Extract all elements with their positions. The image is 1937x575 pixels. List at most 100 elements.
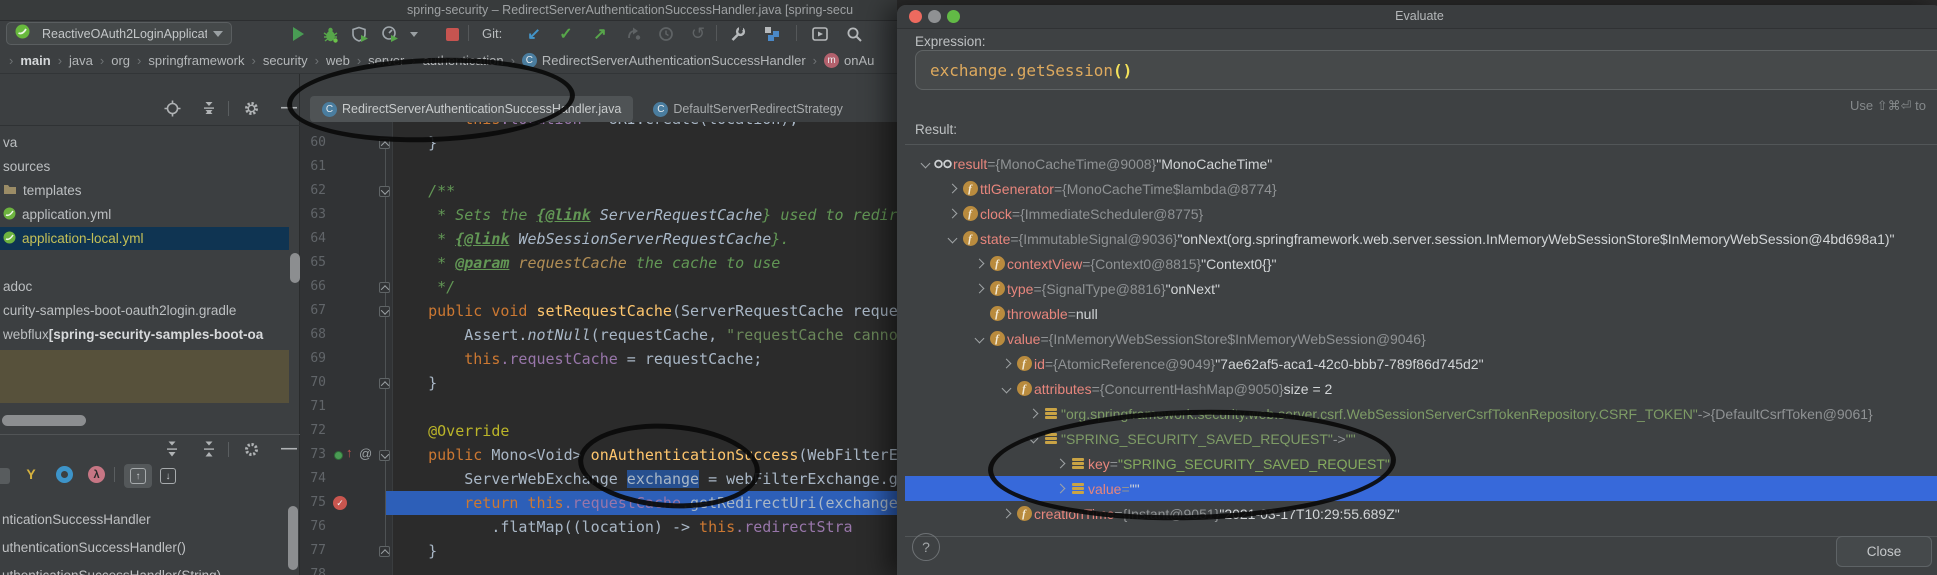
autoscroll-to-source-button[interactable]: ↑: [124, 464, 152, 488]
chevron-down-icon[interactable]: [998, 383, 1014, 394]
chevron-right-icon[interactable]: [944, 208, 960, 219]
project-item-application-local-yml[interactable]: application-local.yml: [0, 227, 289, 250]
rollback-icon[interactable]: ↺: [688, 24, 708, 44]
chevron-down-icon[interactable]: [944, 233, 960, 244]
fold-marker[interactable]: [379, 546, 390, 558]
debug-button[interactable]: [320, 24, 340, 44]
profiler-dropdown-icon[interactable]: [408, 24, 420, 44]
breadcrumb-item-onau[interactable]: m onAu: [824, 53, 874, 68]
structure-item[interactable]: uthenticationSuccessHandler(): [2, 534, 186, 560]
result-tree-row[interactable]: f type = {SignalType@8816} "onNext": [905, 276, 1937, 301]
collapse-all-icon[interactable]: [200, 440, 218, 458]
result-tree-row[interactable]: f ttlGenerator = {MonoCacheTime$lambda@87…: [905, 176, 1937, 201]
chevron-right-icon[interactable]: [998, 508, 1014, 519]
autoscroll-from-source-button[interactable]: ↓: [160, 468, 176, 484]
breadcrumb-item-server[interactable]: server: [368, 53, 404, 68]
chevron-right-icon[interactable]: [1052, 483, 1068, 494]
breadcrumb-item-redirectserverauthenticationsuccesshandler[interactable]: C RedirectServerAuthenticationSuccessHand…: [521, 53, 806, 68]
git-push-button[interactable]: ↗: [590, 24, 610, 44]
project-item-webflux[interactable]: webflux [spring-security-samples-boot-oa: [0, 323, 289, 346]
project-item-curity-samples-boot-oauth2login-gradle[interactable]: curity-samples-boot-oauth2login.gradle: [0, 299, 289, 322]
project-item-templates[interactable]: templates: [0, 179, 289, 202]
result-tree-row[interactable]: value = "": [905, 476, 1937, 501]
result-tree-row[interactable]: f value = {InMemoryWebSessionStore$InMemo…: [905, 326, 1937, 351]
run-button[interactable]: [288, 24, 308, 44]
run-anything-icon[interactable]: [810, 24, 830, 44]
breadcrumb-item-org[interactable]: org: [111, 53, 130, 68]
hide-panel-minus-icon[interactable]: —: [280, 99, 298, 117]
result-tree-row[interactable]: f state = {ImmutableSignal@9036} "onNext(…: [905, 226, 1937, 251]
fold-marker[interactable]: [379, 378, 390, 390]
stop-button[interactable]: [442, 24, 462, 44]
fold-marker[interactable]: [379, 138, 390, 150]
git-cherry-pick-icon[interactable]: [624, 24, 644, 44]
git-commit-button[interactable]: ✓: [556, 24, 576, 44]
chevron-right-icon[interactable]: [998, 358, 1014, 369]
expression-input[interactable]: exchange.getSession(): [915, 50, 1937, 90]
locate-crosshair-icon[interactable]: [163, 99, 181, 117]
chevron-right-icon[interactable]: [1025, 408, 1041, 419]
structure-item[interactable]: uthenticationSuccessHandler(String): [2, 562, 221, 575]
overrides-method-icon[interactable]: ↑: [346, 445, 353, 460]
chevron-down-icon[interactable]: [1025, 433, 1041, 444]
settings-wrench-icon[interactable]: [728, 24, 748, 44]
gear-icon[interactable]: [242, 440, 260, 458]
result-tree-row[interactable]: f creationTime = {Instant@9051} "2021-03-…: [905, 501, 1937, 526]
project-item-va[interactable]: va: [0, 131, 289, 154]
help-button[interactable]: ?: [912, 533, 940, 561]
gear-icon[interactable]: [242, 99, 260, 117]
breakpoint-icon[interactable]: ✓: [333, 496, 347, 510]
project-horizontal-scrollbar[interactable]: [2, 415, 86, 426]
breadcrumb-item-java[interactable]: java: [69, 53, 93, 68]
dialog-titlebar[interactable]: Evaluate: [897, 5, 1937, 29]
project-structure-icon[interactable]: [762, 24, 782, 44]
result-tree-row[interactable]: f id = {AtomicReference@9049} "7ae62af5-a…: [905, 351, 1937, 376]
show-fields-icon[interactable]: [56, 466, 73, 483]
chevron-right-icon[interactable]: [1052, 458, 1068, 469]
fold-marker[interactable]: [379, 305, 390, 317]
breadcrumb-item-security[interactable]: security: [263, 53, 308, 68]
hide-panel-minus-icon[interactable]: —: [280, 440, 298, 458]
result-tree-row[interactable]: f clock = {ImmediateScheduler@8775}: [905, 201, 1937, 226]
structure-toolbar-cut-icon[interactable]: [0, 468, 10, 484]
structure-item[interactable]: nticationSuccessHandler: [2, 506, 151, 532]
project-item-application-yml[interactable]: application.yml: [0, 203, 289, 226]
git-update-button[interactable]: ↙: [524, 24, 544, 44]
chevron-right-icon[interactable]: [971, 258, 987, 269]
lambda-icon[interactable]: λ: [88, 466, 105, 483]
collapse-all-icon[interactable]: [200, 99, 218, 117]
chevron-right-icon[interactable]: [944, 183, 960, 194]
fold-marker[interactable]: [379, 282, 390, 294]
breadcrumb-item-authentication[interactable]: authentication: [423, 53, 504, 68]
result-tree-row[interactable]: result = {MonoCacheTime@9008} "MonoCache…: [905, 151, 1937, 176]
close-button[interactable]: Close: [1836, 536, 1932, 567]
history-clock-icon[interactable]: [656, 24, 676, 44]
fold-marker[interactable]: [379, 449, 390, 461]
result-tree-row[interactable]: f attributes = {ConcurrentHashMap@9050} s…: [905, 376, 1937, 401]
chevron-down-icon[interactable]: [917, 158, 933, 169]
breadcrumb-item-springframework[interactable]: springframework: [148, 53, 244, 68]
search-everywhere-icon[interactable]: [844, 24, 864, 44]
structure-vertical-scrollbar[interactable]: [288, 506, 298, 570]
project-item-adoc[interactable]: adoc: [0, 275, 289, 298]
sort-by-visibility-icon[interactable]: Y: [22, 466, 40, 484]
breadcrumb-item-web[interactable]: web: [326, 53, 350, 68]
fold-marker[interactable]: [379, 185, 390, 197]
run-with-coverage-button[interactable]: [350, 24, 370, 44]
expand-all-icon[interactable]: [163, 440, 181, 458]
chevron-right-icon[interactable]: [971, 283, 987, 294]
result-tree-row[interactable]: f contextView = {Context0@8815} "Context0…: [905, 251, 1937, 276]
result-tree-row[interactable]: "SPRING_SECURITY_SAVED_REQUEST" -> "": [905, 426, 1937, 451]
breadcrumb-item-main[interactable]: main: [20, 53, 50, 68]
profiler-button[interactable]: [380, 24, 400, 44]
result-tree-row[interactable]: key = "SPRING_SECURITY_SAVED_REQUEST": [905, 451, 1937, 476]
project-vertical-scrollbar[interactable]: [290, 253, 300, 283]
run-configuration-select[interactable]: ReactiveOAuth2LoginApplication: [6, 22, 232, 45]
editor-tab-selected[interactable]: C RedirectServerAuthenticationSuccessHand…: [310, 96, 634, 122]
editor-tab-inactive[interactable]: C DefaultServerRedirectStrategy: [641, 96, 855, 122]
result-tree-row[interactable]: f throwable = null: [905, 301, 1937, 326]
chevron-down-icon[interactable]: [971, 333, 987, 344]
result-tree-row[interactable]: "org.springframework.security.web.server…: [905, 401, 1937, 426]
project-item-sources[interactable]: sources: [0, 155, 289, 178]
run-marker-icon[interactable]: [334, 451, 343, 460]
